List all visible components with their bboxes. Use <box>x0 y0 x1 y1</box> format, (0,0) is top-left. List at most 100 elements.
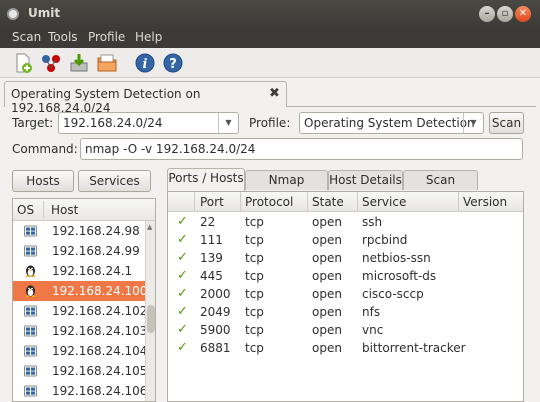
column-os[interactable]: OS <box>17 203 34 217</box>
close-tab-icon[interactable]: ✖ <box>269 86 280 101</box>
cell-service: cisco-sccp <box>362 287 424 301</box>
profile-dropdown-icon[interactable]: ▼ <box>463 113 483 133</box>
windows-icon <box>24 365 37 377</box>
host-row[interactable]: 192.168.24.1 <box>13 261 145 281</box>
profile-combo[interactable]: Operating System Detection ▼ <box>299 112 484 134</box>
minimize-button[interactable]: – <box>479 6 495 22</box>
menu-profile[interactable]: Profile <box>88 30 125 44</box>
table-row[interactable]: ✓ 111 tcp open rpcbind <box>168 231 523 249</box>
cell-port: 2000 <box>200 287 231 301</box>
column-host[interactable]: Host <box>51 203 78 217</box>
profile-label: Profile: <box>249 116 291 130</box>
target-combo[interactable]: 192.168.24.0/24 ▼ <box>58 112 239 134</box>
host-row[interactable]: 192.168.24.104 <box>13 341 147 361</box>
host-row[interactable]: 192.168.24.98 <box>13 221 145 241</box>
command-label: Command: <box>12 142 78 156</box>
column-protocol[interactable]: Protocol <box>245 195 293 209</box>
scan-tab[interactable]: Operating System Detection on 192.168.24… <box>4 81 287 115</box>
table-row[interactable]: ✓ 22 tcp open ssh <box>168 213 523 231</box>
cell-protocol: tcp <box>245 269 264 283</box>
tab-scan-details[interactable]: Scan Details <box>403 170 478 205</box>
linux-tux-icon <box>25 265 36 277</box>
title-bar: Umit – ▫ ✕ <box>0 0 540 28</box>
open-folder-icon[interactable] <box>96 52 118 74</box>
open-status-check-icon: ✓ <box>177 250 188 265</box>
network-topology-icon[interactable] <box>40 52 62 74</box>
column-separator <box>240 192 241 212</box>
windows-icon <box>24 305 37 317</box>
scroll-up-icon[interactable]: ▲ <box>147 223 152 231</box>
save-icon[interactable] <box>68 52 90 74</box>
maximize-button[interactable]: ▫ <box>497 6 513 22</box>
host-row[interactable]: 192.168.24.105 <box>13 361 147 381</box>
windows-icon <box>24 225 37 237</box>
menu-help[interactable]: Help <box>135 30 162 44</box>
column-version[interactable]: Version <box>463 195 507 209</box>
host-row[interactable]: 192.168.24.103 <box>13 321 147 341</box>
info-icon[interactable]: i <box>134 52 156 74</box>
table-row[interactable]: ✓ 139 tcp open netbios-ssn <box>168 249 523 267</box>
new-scan-icon[interactable] <box>12 52 34 74</box>
column-separator <box>307 192 308 212</box>
ports-table: Port Protocol State Service Version ✓ 22 t… <box>167 191 524 402</box>
host-list-header: OS Host <box>13 199 155 221</box>
column-port[interactable]: Port <box>200 195 224 209</box>
scan-button[interactable]: Scan <box>489 112 524 134</box>
tab-nmap-output[interactable]: Nmap Output <box>245 170 328 205</box>
tab-ports-hosts[interactable]: Ports / Hosts <box>167 168 245 192</box>
menu-scan[interactable]: Scan <box>12 30 41 44</box>
scrollbar-thumb[interactable] <box>147 305 155 333</box>
table-row[interactable]: ✓ 2000 tcp open cisco-sccp <box>168 285 523 303</box>
cell-port: 111 <box>200 233 223 247</box>
open-status-check-icon: ✓ <box>177 232 188 247</box>
open-status-check-icon: ✓ <box>177 268 188 283</box>
windows-icon <box>24 325 37 337</box>
column-state[interactable]: State <box>312 195 344 209</box>
cell-protocol: tcp <box>245 341 264 355</box>
cell-state: open <box>312 323 342 337</box>
host-row[interactable]: 192.168.24.102 <box>13 301 147 321</box>
table-row[interactable]: ✓ 2049 tcp open nfs <box>168 303 523 321</box>
cell-state: open <box>312 287 342 301</box>
host-address: 192.168.24.99 <box>52 244 140 258</box>
cell-service: ssh <box>362 215 383 229</box>
command-field[interactable]: nmap -O -v 192.168.24.0/24 <box>80 138 523 160</box>
host-address: 192.168.24.1 <box>52 264 133 278</box>
host-address: 192.168.24.98 <box>52 224 140 238</box>
menu-bar: Scan Tools Profile Help <box>0 28 540 48</box>
target-label: Target: <box>12 116 54 130</box>
table-row[interactable]: ✓ 445 tcp open microsoft-ds <box>168 267 523 285</box>
svg-text:i: i <box>143 57 148 72</box>
column-service[interactable]: Service <box>362 195 406 209</box>
open-status-check-icon: ✓ <box>177 214 188 229</box>
windows-icon <box>24 345 37 357</box>
help-icon[interactable]: ? <box>162 52 184 74</box>
cell-port: 2049 <box>200 305 231 319</box>
command-value: nmap -O -v 192.168.24.0/24 <box>85 142 256 156</box>
host-list: OS Host 192.168.24.98 192.168.24.99 192.16… <box>12 198 156 402</box>
tab-host-details[interactable]: Host Details <box>328 170 403 190</box>
menu-tools[interactable]: Tools <box>48 30 78 44</box>
cell-service: vnc <box>362 323 384 337</box>
host-list-scrollbar[interactable]: ▲ <box>145 221 155 401</box>
table-row[interactable]: ✓ 6881 tcp open bittorrent-tracker <box>168 339 523 357</box>
cell-state: open <box>312 215 342 229</box>
hosts-button[interactable]: Hosts <box>12 170 74 192</box>
target-value: 192.168.24.0/24 <box>63 116 163 130</box>
scan-tab-label: Operating System Detection on 192.168.24… <box>11 87 201 115</box>
cell-state: open <box>312 233 342 247</box>
services-button[interactable]: Services <box>78 170 151 192</box>
profile-value: Operating System Detection <box>304 116 475 130</box>
host-row[interactable]: 192.168.24.106 <box>13 381 147 401</box>
toolbar: i ? <box>0 48 540 78</box>
host-row[interactable]: 192.168.24.100 <box>13 281 147 301</box>
open-status-check-icon: ✓ <box>177 340 188 355</box>
target-dropdown-icon[interactable]: ▼ <box>218 113 238 133</box>
close-window-button[interactable]: ✕ <box>515 6 531 22</box>
windows-icon <box>24 245 37 257</box>
column-separator <box>357 192 358 212</box>
cell-protocol: tcp <box>245 233 264 247</box>
table-row[interactable]: ✓ 5900 tcp open vnc <box>168 321 523 339</box>
column-separator <box>458 192 459 212</box>
host-row[interactable]: 192.168.24.99 <box>13 241 145 261</box>
